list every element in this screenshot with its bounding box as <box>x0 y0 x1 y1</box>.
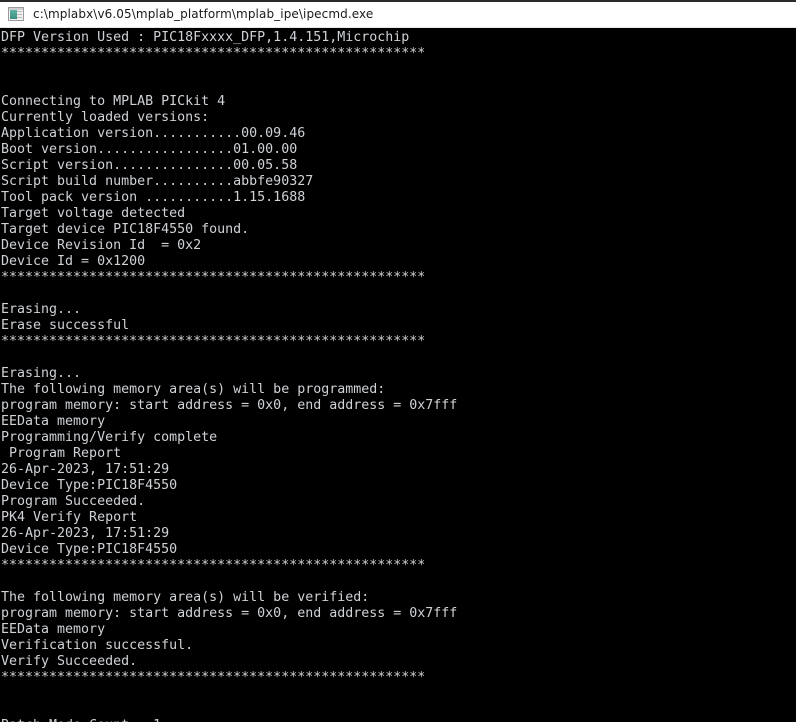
console-line: ****************************************… <box>1 46 426 61</box>
console-line: PK4 Verify Report <box>1 510 138 525</box>
title-bar[interactable]: c:\mplabx\v6.05\mplab_platform\mplab_ipe… <box>0 0 796 28</box>
console-line: ****************************************… <box>1 670 426 685</box>
console-line: ****************************************… <box>1 558 426 573</box>
console-line: Verify Succeeded. <box>1 654 138 669</box>
console-line: Erase successful <box>1 318 130 333</box>
console-line: Batch Mode Count : 1 <box>1 718 796 722</box>
console-line: DFP Version Used : PIC18Fxxxx_DFP,1.4.15… <box>1 30 410 45</box>
console-line: Tool pack version ...........1.15.1688 <box>1 190 306 205</box>
console-line: ****************************************… <box>1 270 426 285</box>
console-line: 26-Apr-2023, 17:51:29 <box>1 526 170 541</box>
console-line: Target voltage detected <box>1 206 186 221</box>
console-line: Device Type:PIC18F4550 <box>1 542 178 557</box>
console-window-icon <box>8 6 24 21</box>
console-line: Currently loaded versions: <box>1 110 210 125</box>
console-line: ****************************************… <box>1 334 426 349</box>
console-line: Program Report <box>1 446 122 461</box>
console-line: Erasing... <box>1 366 82 381</box>
console-line: Connecting to MPLAB PICkit 4 <box>1 94 226 109</box>
console-line: Device Type:PIC18F4550 <box>1 478 178 493</box>
console-line: Program Succeeded. <box>1 494 146 509</box>
console-line: The following memory area(s) will be pro… <box>1 382 386 397</box>
console-line: Script version...............00.05.58 <box>1 158 298 173</box>
console-line: EEData memory <box>1 622 106 637</box>
console-line: Application version...........00.09.46 <box>1 126 306 141</box>
console-line: Boot version.................01.00.00 <box>1 142 298 157</box>
console-line: Verification successful. <box>1 638 194 653</box>
console-line: 26-Apr-2023, 17:51:29 <box>1 462 170 477</box>
console-line: program memory: start address = 0x0, end… <box>1 606 458 621</box>
console-line: EEData memory <box>1 414 106 429</box>
console-line: program memory: start address = 0x0, end… <box>1 398 458 413</box>
console-line: Erasing... <box>1 302 82 317</box>
console-window: c:\mplabx\v6.05\mplab_platform\mplab_ipe… <box>0 0 796 722</box>
console-line: Device Id = 0x1200 <box>1 254 146 269</box>
console-line: Target device PIC18F4550 found. <box>1 222 250 237</box>
console-line: Device Revision Id = 0x2 <box>1 238 202 253</box>
console-line: Programming/Verify complete <box>1 430 218 445</box>
console-line: Script build number..........abbfe90327 <box>1 174 314 189</box>
console-output-area[interactable]: DFP Version Used : PIC18Fxxxx_DFP,1.4.15… <box>0 28 796 722</box>
console-text: DFP Version Used : PIC18Fxxxx_DFP,1.4.15… <box>1 30 796 722</box>
window-title: c:\mplabx\v6.05\mplab_platform\mplab_ipe… <box>33 6 374 21</box>
console-line: The following memory area(s) will be ver… <box>1 590 370 605</box>
